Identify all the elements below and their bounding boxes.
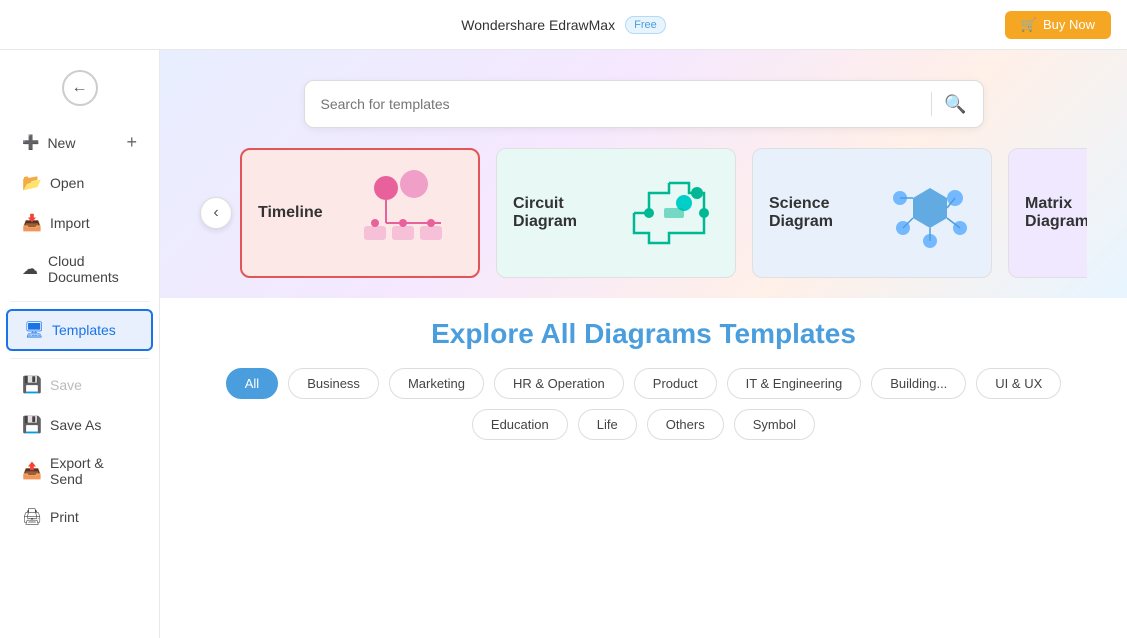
sidebar-item-print[interactable]: 🖨 Print — [6, 498, 153, 536]
search-bar: 🔍 — [304, 80, 984, 128]
matrix-diagram-label: Matrix Diagram — [1025, 195, 1087, 231]
filter-chip-building[interactable]: Building... — [871, 368, 966, 399]
explore-section: Explore All Diagrams Templates All Busin… — [160, 298, 1127, 638]
carousel-prev-button[interactable]: ‹ — [200, 197, 232, 229]
save-as-label: Save As — [50, 417, 101, 433]
main-layout: ← ➕ New + 📂 Open 📥 Import ☁ Cloud Docume… — [0, 50, 1127, 638]
new-icon: ➕ — [22, 134, 39, 151]
search-input[interactable] — [321, 96, 920, 112]
circuit-illustration — [629, 173, 719, 253]
sidebar-item-save: 💾 Save — [6, 366, 153, 404]
sidebar: ← ➕ New + 📂 Open 📥 Import ☁ Cloud Docume… — [0, 50, 160, 638]
search-divider — [931, 92, 932, 116]
sidebar-divider-2 — [10, 358, 149, 359]
open-label: Open — [50, 175, 84, 191]
template-card-matrix-diagram[interactable]: Matrix Diagram — [1008, 148, 1087, 278]
templates-icon: 🖥 — [24, 320, 42, 340]
new-label: New — [47, 135, 118, 151]
hero-section: 🔍 ‹ Timeline — [160, 50, 1127, 298]
filter-chip-hr-operation[interactable]: HR & Operation — [494, 368, 624, 399]
sidebar-item-save-as[interactable]: 💾 Save As — [6, 406, 153, 444]
template-card-timeline[interactable]: Timeline — [240, 148, 480, 278]
free-badge: Free — [625, 16, 666, 34]
sidebar-item-cloud-documents[interactable]: ☁ Cloud Documents — [6, 244, 153, 294]
filter-chips: All Business Marketing HR & Operation Pr… — [200, 368, 1087, 440]
topbar: Wondershare EdrawMax Free 🛒 Buy Now — [0, 0, 1127, 50]
new-plus-icon: + — [126, 132, 137, 153]
print-icon: 🖨 — [22, 507, 40, 527]
export-icon: 📤 — [22, 461, 40, 481]
cart-icon: 🛒 — [1021, 17, 1037, 33]
app-title: Wondershare EdrawMax — [461, 17, 615, 33]
timeline-svg — [356, 168, 456, 258]
explore-title: Explore All Diagrams Templates — [200, 318, 1087, 350]
sidebar-item-export-send[interactable]: 📤 Export & Send — [6, 446, 153, 496]
sidebar-item-open[interactable]: 📂 Open — [6, 164, 153, 202]
import-label: Import — [50, 215, 90, 231]
export-label: Export & Send — [50, 455, 137, 487]
filter-chip-it-engineering[interactable]: IT & Engineering — [727, 368, 862, 399]
filter-chip-marketing[interactable]: Marketing — [389, 368, 484, 399]
explore-title-colored: All Diagrams Templates — [541, 318, 856, 349]
save-icon: 💾 — [22, 375, 40, 395]
save-as-icon: 💾 — [22, 415, 40, 435]
buy-button[interactable]: 🛒 Buy Now — [1005, 11, 1111, 39]
sidebar-item-templates[interactable]: 🖥 Templates — [6, 309, 153, 351]
science-illustration — [885, 173, 975, 253]
timeline-label: Timeline — [258, 204, 338, 222]
cards-row: Timeline — [240, 148, 1087, 278]
template-card-circuit-diagram[interactable]: Circuit Diagram — [496, 148, 736, 278]
explore-title-plain: Explore — [431, 318, 540, 349]
open-icon: 📂 — [22, 173, 40, 193]
filter-chip-others[interactable]: Others — [647, 409, 724, 440]
templates-label: Templates — [52, 322, 116, 338]
filter-chip-ui-ux[interactable]: UI & UX — [976, 368, 1061, 399]
sidebar-item-new[interactable]: ➕ New + — [6, 123, 153, 162]
timeline-illustration — [350, 168, 462, 258]
back-button[interactable]: ← — [62, 70, 98, 106]
filter-chip-education[interactable]: Education — [472, 409, 568, 440]
print-label: Print — [50, 509, 79, 525]
template-card-science-diagram[interactable]: Science Diagram — [752, 148, 992, 278]
import-icon: 📥 — [22, 213, 40, 233]
carousel: ‹ Timeline — [200, 148, 1087, 278]
sidebar-divider — [10, 301, 149, 302]
filter-chip-business[interactable]: Business — [288, 368, 379, 399]
sidebar-item-import[interactable]: 📥 Import — [6, 204, 153, 242]
filter-chip-product[interactable]: Product — [634, 368, 717, 399]
science-svg — [885, 173, 975, 253]
filter-chip-all[interactable]: All — [226, 368, 278, 399]
filter-chip-life[interactable]: Life — [578, 409, 637, 440]
circuit-diagram-label: Circuit Diagram — [513, 195, 617, 231]
science-diagram-label: Science Diagram — [769, 195, 873, 231]
cloud-label: Cloud Documents — [48, 253, 137, 285]
filter-chip-symbol[interactable]: Symbol — [734, 409, 815, 440]
cloud-icon: ☁ — [22, 259, 38, 279]
topbar-center: Wondershare EdrawMax Free — [461, 16, 665, 34]
search-button[interactable]: 🔍 — [944, 94, 966, 115]
circuit-svg — [629, 173, 719, 253]
search-wrapper: 🔍 — [200, 80, 1087, 128]
content-area: 🔍 ‹ Timeline — [160, 50, 1127, 638]
back-button-wrapper[interactable]: ← — [0, 62, 159, 114]
save-label: Save — [50, 377, 82, 393]
